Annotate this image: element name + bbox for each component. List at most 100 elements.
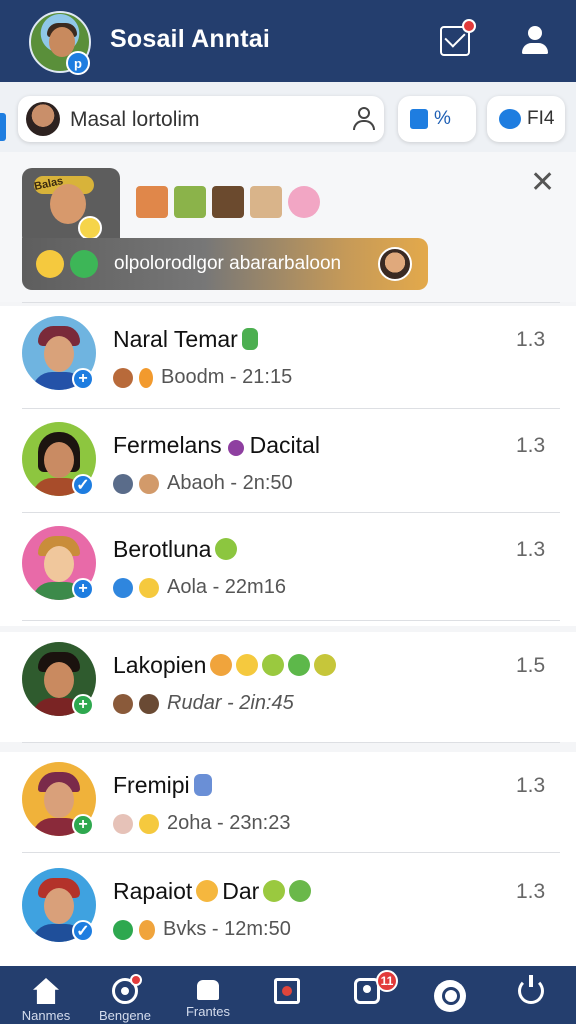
person-icon[interactable] [353,107,375,131]
search-input[interactable]: Masal lortolim [18,96,384,142]
person-emoji-icon [113,693,133,714]
search-icon [434,980,466,1012]
divider [22,302,560,303]
cup-emoji-icon [193,774,212,796]
emoji-sticker-icon[interactable] [288,186,320,218]
person-emoji-icon [113,813,133,834]
divider [22,620,560,621]
chat-preview: Aola - 22m16 [113,576,286,599]
nav-flag-label: Frantes [185,1004,231,1019]
emoji-icon [210,654,233,676]
cactus-emoji-icon [241,328,258,350]
nav-flag[interactable]: Frantes [180,966,236,1024]
person-emoji-icon [139,693,159,714]
chat-preview-text: 2oha - 23n:23 [167,812,291,834]
profile-badge: p [66,51,90,75]
chat-name-suffix: Dacital [249,432,320,458]
chat-pill-button[interactable]: FI4 [487,96,565,142]
chat-name-text: Berotluna [113,536,212,562]
avatar-face [44,336,74,372]
nav-power[interactable] [516,966,546,1024]
nav-home[interactable]: Nanmes [16,966,76,1024]
top-header: p Sosail Anntai [0,0,576,82]
chat-preview: Boodm - 21:15 [113,366,292,389]
nav-search[interactable] [433,966,467,1024]
chat-name: Rapaiot Dar [113,878,312,905]
chat-preview: 2oha - 23n:23 [113,812,290,835]
chat-list-item[interactable]: + Fremipi 2oha - 23n:23 1.3 [0,752,576,862]
add-badge-icon[interactable]: + [72,814,94,836]
nav-radar-label: Bengene [98,1008,152,1023]
chat-name-text: Fermelans [113,432,222,458]
avatar-face [44,888,74,924]
user-icon-body [522,43,548,54]
avatar-face [44,662,74,698]
flag-icon [197,980,219,1000]
story-bubble[interactable]: Balas [22,168,120,246]
chat-name-text: Rapaiot [113,878,193,904]
close-icon[interactable]: ✕ [530,168,555,198]
smile-emoji-icon [215,538,238,560]
emoji-strip [136,186,320,220]
emoji-sticker-icon[interactable] [250,186,282,218]
add-badge-icon[interactable]: + [72,694,94,716]
chat-preview: Bvks - 12m:50 [113,918,291,941]
nav-radar[interactable]: Bengene [94,966,156,1024]
story-banner[interactable]: olpolorodlgor abararbaloon [22,238,428,290]
notification-dot [462,19,476,33]
divider [22,512,560,513]
check-icon [70,250,98,278]
smile-emoji-icon [196,880,219,902]
chat-list-item[interactable]: ✓ Fermelans Dacital Abaoh - 2n:50 1.3 [0,412,576,522]
emoji-icon [289,880,312,902]
bookmark-pill-label: % [434,108,451,129]
add-badge-icon[interactable]: + [72,368,94,390]
home-icon [33,978,59,1004]
app-title: Sosail Anntai [110,25,271,53]
avatar-face [44,782,74,818]
chat-name: Lakopien [113,652,337,679]
group-badge: 11 [376,970,398,992]
side-tab-indicator[interactable] [0,113,6,141]
add-badge-icon[interactable]: ✓ [72,474,94,496]
add-badge-icon[interactable]: + [72,578,94,600]
chat-time: 1.3 [516,538,546,561]
refresh-icon [113,919,133,940]
story-face [50,184,86,224]
divider [22,408,560,409]
chat-list-item[interactable]: + Naral Temar Boodm - 21:15 1.3 [0,306,576,416]
chat-time: 1.3 [516,774,546,797]
chat-list-item[interactable]: + Lakopien Rudar - 2in:45 1.5 [0,632,576,742]
bookmark-pill-button[interactable]: % [398,96,476,142]
search-value: Masal lortolim [70,108,200,131]
chat-list-item[interactable]: + Berotluna Aola - 22m16 1.3 [0,516,576,626]
divider [22,742,560,743]
flower-emoji-icon [227,440,244,456]
nav-home-label: Nanmes [21,1008,71,1023]
chat-preview-text: Rudar - 2in:45 [167,692,294,714]
smile-emoji-icon [139,813,159,834]
emoji-sticker-icon[interactable] [212,186,244,218]
add-badge-icon[interactable]: ✓ [72,920,94,942]
monitor-icon [274,978,300,1004]
chat-name-text: Lakopien [113,652,207,678]
person-icon-head [358,107,370,119]
chat-list-item[interactable]: ✓ Rapaiot Dar Bvks - 12m:50 1.3 [0,858,576,968]
chat-preview-text: Abaoh - 2n:50 [167,472,293,494]
emoji-sticker-icon[interactable] [174,186,206,218]
emoji-icon [263,880,286,902]
avatar-face [44,546,74,582]
divider [22,852,560,853]
search-avatar [26,102,60,136]
person-emoji-icon [113,367,133,388]
mail-icon[interactable] [440,19,476,56]
emoji-sticker-icon[interactable] [136,186,168,218]
chat-name: Fermelans Dacital [113,432,320,459]
chat-name-text: Fremipi [113,772,190,798]
person-icon-body [353,120,375,130]
smile-emoji-icon [139,577,159,598]
smile-emoji-icon [78,216,102,240]
user-icon[interactable] [520,26,550,56]
nav-monitor[interactable] [270,966,304,1024]
chat-preview: Rudar - 2in:45 [113,692,294,715]
